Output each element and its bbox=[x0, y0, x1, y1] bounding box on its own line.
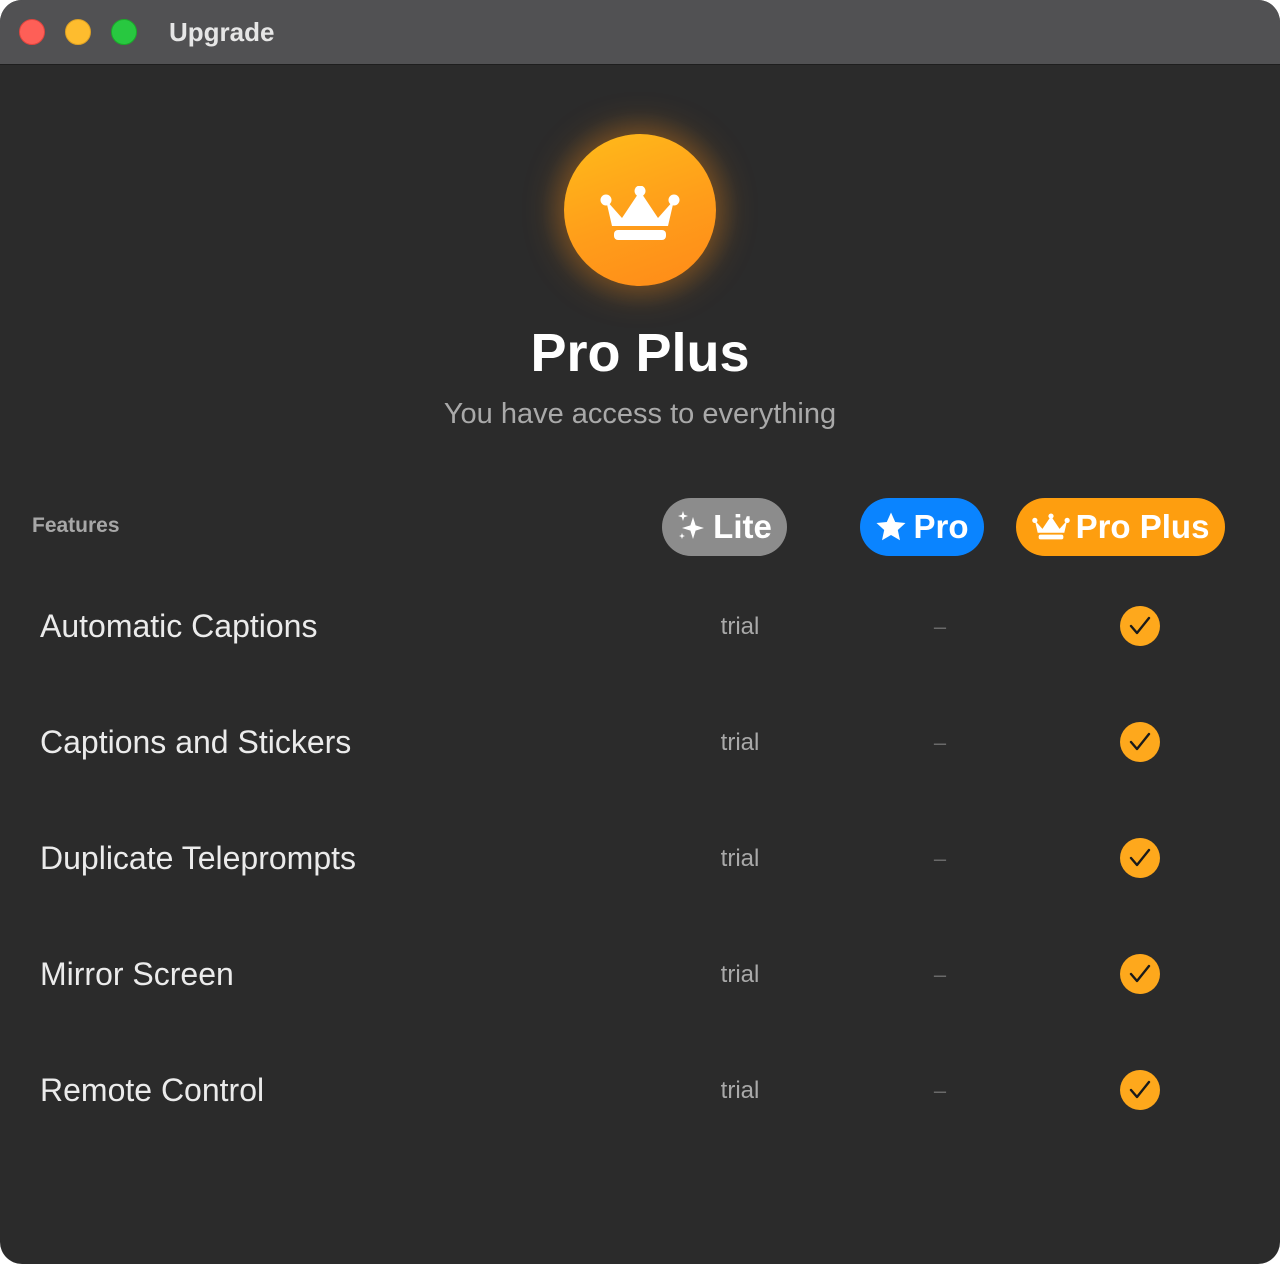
zoom-window-button[interactable] bbox=[111, 19, 137, 45]
plan-subtitle: You have access to everything bbox=[443, 398, 837, 430]
tier-lite-badge: Lite bbox=[662, 498, 787, 556]
sparkles-icon bbox=[678, 511, 705, 539]
crown-icon bbox=[1031, 513, 1070, 540]
tier-pro-badge: Pro bbox=[860, 498, 984, 556]
title-bar: Upgrade bbox=[0, 0, 1280, 65]
upgrade-window: Upgrade Pro Plus You have access to ever… bbox=[0, 0, 1280, 1264]
crown-icon bbox=[600, 186, 680, 240]
tier-pro-plus-label: Pro Plus bbox=[1075, 508, 1210, 545]
minimize-window-button[interactable] bbox=[65, 19, 91, 45]
lite-cell: trial bbox=[720, 961, 760, 988]
features-header: Features bbox=[32, 514, 120, 537]
tier-pro-label: Pro bbox=[913, 508, 969, 545]
lite-cell: trial bbox=[720, 1077, 760, 1104]
feature-label: Remote Control bbox=[40, 1072, 265, 1108]
lite-cell: trial bbox=[720, 729, 760, 756]
pro-plus-check-icon bbox=[1120, 606, 1160, 646]
star-icon bbox=[876, 512, 906, 541]
lite-cell: trial bbox=[720, 845, 760, 872]
plan-badge bbox=[564, 134, 716, 286]
close-window-button[interactable] bbox=[19, 19, 45, 45]
lite-cell: trial bbox=[720, 613, 760, 640]
pro-cell: – bbox=[933, 1078, 947, 1103]
tier-lite-label: Lite bbox=[713, 508, 772, 545]
feature-label: Mirror Screen bbox=[40, 956, 234, 992]
feature-label: Captions and Stickers bbox=[40, 724, 352, 760]
feature-label: Duplicate Teleprompts bbox=[40, 840, 357, 876]
pro-plus-check-icon bbox=[1120, 1070, 1160, 1110]
pro-plus-check-icon bbox=[1120, 838, 1160, 878]
pro-cell: – bbox=[933, 730, 947, 755]
pro-plus-check-icon bbox=[1120, 954, 1160, 994]
pro-cell: – bbox=[933, 962, 947, 987]
feature-label: Automatic Captions bbox=[40, 608, 318, 644]
pro-plus-check-icon bbox=[1120, 722, 1160, 762]
pro-cell: – bbox=[933, 614, 947, 639]
pro-cell: – bbox=[933, 846, 947, 871]
tier-pro-plus-badge: Pro Plus bbox=[1016, 498, 1225, 556]
window-title: Upgrade bbox=[169, 17, 275, 47]
plan-name: Pro Plus bbox=[530, 323, 750, 383]
